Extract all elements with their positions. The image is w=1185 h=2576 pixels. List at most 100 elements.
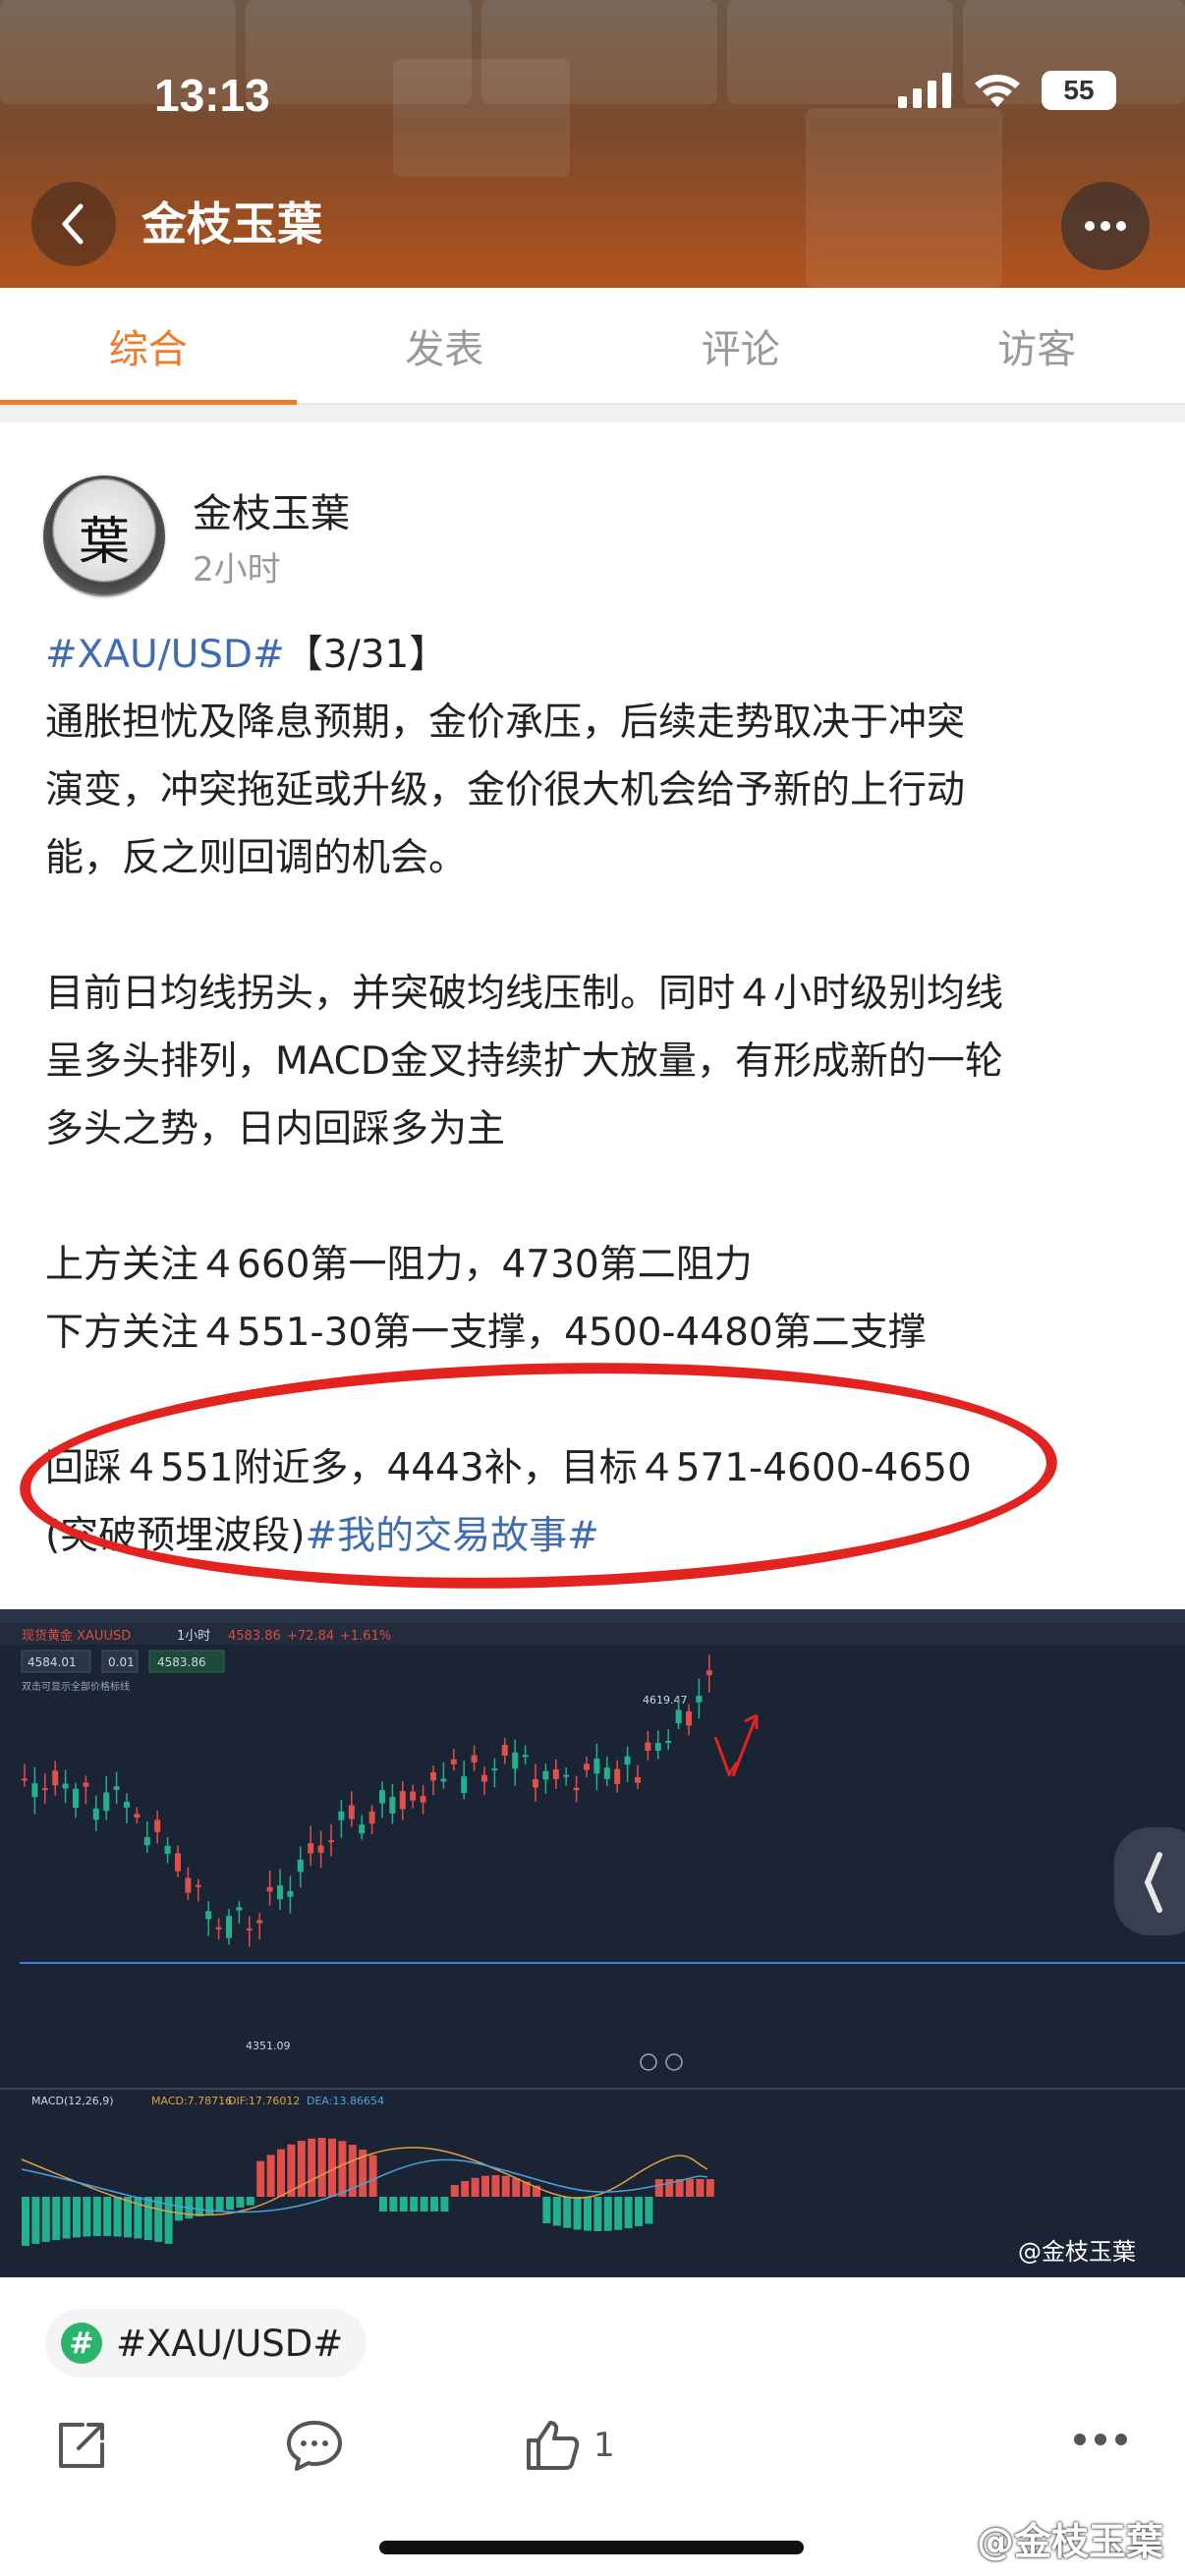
comment-button[interactable] xyxy=(285,2417,344,2474)
candle-body xyxy=(471,1755,478,1763)
macd-bar xyxy=(205,2197,214,2214)
dea-value: DEA:13.86654 xyxy=(307,2095,384,2107)
post-line: 多头之势，日内回踩多为主 xyxy=(45,1107,506,1151)
header-background-photo xyxy=(393,59,570,177)
chart-lot: 0.01 xyxy=(108,1655,135,1669)
wifi-icon xyxy=(975,75,1020,107)
thumbs-up-icon xyxy=(527,2421,580,2470)
author-name[interactable]: 金枝玉葉 xyxy=(193,481,350,538)
candle-body xyxy=(645,1742,651,1752)
avatar[interactable]: 葉 xyxy=(41,474,167,599)
macd-bar xyxy=(461,2181,470,2197)
more-button[interactable] xyxy=(1061,182,1150,270)
like-button[interactable]: 1 xyxy=(523,2417,615,2474)
candle-body xyxy=(226,1916,232,1938)
tab-posts[interactable]: 发表 xyxy=(297,288,593,403)
candle-body xyxy=(175,1853,181,1872)
macd-bar xyxy=(317,2138,326,2197)
macd-bar xyxy=(124,2197,132,2238)
macd-bar xyxy=(686,2179,694,2197)
tab-visitors[interactable]: 访客 xyxy=(889,288,1185,403)
candle-body xyxy=(164,1845,171,1854)
candle-body xyxy=(348,1805,355,1820)
candle-body xyxy=(246,1928,253,1931)
chart-change: +72.84 xyxy=(287,1629,334,1644)
chart-low-label: 4351.09 xyxy=(246,2040,291,2052)
macd-bar xyxy=(41,2197,50,2242)
candle-body xyxy=(440,1778,447,1782)
candle-body xyxy=(512,1752,519,1769)
candle-body xyxy=(593,1759,600,1774)
candle-body xyxy=(297,1859,304,1873)
macd-bar xyxy=(246,2197,254,2206)
candle-body xyxy=(92,1808,99,1820)
candle-body xyxy=(41,1788,48,1791)
candle-body xyxy=(686,1710,692,1726)
macd-bar xyxy=(297,2141,306,2197)
candlestick-chart: 现货黄金 XAUUSD 1小时 4583.86 +72.84 +1.61% 45… xyxy=(0,1609,1185,2277)
hashtag-link[interactable]: #XAU/USD# xyxy=(45,633,285,677)
candle-body xyxy=(584,1764,590,1770)
more-actions-button[interactable] xyxy=(1073,2433,1128,2446)
tab-comments[interactable]: 评论 xyxy=(592,288,889,403)
comment-icon xyxy=(287,2421,342,2471)
candle-body xyxy=(359,1824,366,1834)
candle-body xyxy=(287,1890,294,1897)
chart-bid: 4584.01 xyxy=(28,1655,77,1669)
candle-body xyxy=(368,1811,375,1824)
topic-chip[interactable]: # #XAU/USD# xyxy=(45,2309,367,2378)
macd-bar xyxy=(696,2179,705,2197)
macd-bar xyxy=(471,2177,480,2197)
candle-body xyxy=(603,1767,610,1779)
macd-value: MACD:7.78716 xyxy=(151,2095,232,2107)
profile-header: 13:13 55 金枝玉葉 xyxy=(0,0,1185,288)
bottom-watermark: @金枝玉葉 xyxy=(976,2520,1163,2563)
candle-body xyxy=(461,1776,468,1794)
chart-ask: 4583.86 xyxy=(157,1655,206,1669)
candle-body xyxy=(317,1845,324,1853)
chart-change-pct: +1.61% xyxy=(340,1629,391,1644)
candle-body xyxy=(83,1782,89,1787)
candle-body xyxy=(665,1741,672,1744)
header-background-photo xyxy=(806,108,1002,288)
candle-body xyxy=(52,1770,59,1786)
chart-period: 1小时 xyxy=(177,1629,210,1644)
candle-body xyxy=(696,1696,703,1703)
candle-body xyxy=(266,1886,273,1892)
macd-bar xyxy=(410,2197,419,2212)
post-line: 演变，冲突拖延或升级，金价很大机会给予新的上行动 xyxy=(45,768,966,812)
chart-hint: 双击可显示全部价格标线 xyxy=(22,1680,130,1693)
candle-body xyxy=(124,1801,130,1808)
macd-bar xyxy=(624,2197,633,2229)
candle-body xyxy=(143,1836,150,1846)
candle-body xyxy=(491,1768,498,1771)
macd-bar xyxy=(113,2197,122,2237)
macd-bar xyxy=(143,2197,152,2241)
dif-value: DIF:17.76012 xyxy=(228,2095,300,2107)
post-line: 呈多头排列，MACD金叉持续扩大放量，有形成新的一轮 xyxy=(45,1039,1003,1084)
candle-body xyxy=(22,1778,28,1781)
candle-body xyxy=(134,1814,141,1818)
candle-body xyxy=(624,1756,631,1765)
candle-body xyxy=(705,1670,712,1675)
battery-icon: 55 xyxy=(1042,71,1116,110)
macd-bar xyxy=(563,2197,572,2228)
candle-body xyxy=(675,1709,682,1724)
post-image-chart[interactable]: 现货黄金 XAUUSD 1小时 4583.86 +72.84 +1.61% 45… xyxy=(0,1609,1185,2277)
macd-bar xyxy=(175,2197,183,2221)
candle-body xyxy=(654,1743,661,1751)
macd-bar xyxy=(92,2197,101,2237)
candle-body xyxy=(185,1877,192,1893)
macd-bar xyxy=(73,2197,81,2238)
back-button[interactable] xyxy=(31,182,116,266)
post-line: 目前日均线拐头，并突破均线压制。同时４小时级别均线 xyxy=(45,972,1004,1016)
home-indicator[interactable] xyxy=(379,2541,804,2554)
candle-body xyxy=(328,1840,334,1843)
hashtag-icon: # xyxy=(61,2323,102,2364)
candle-body xyxy=(522,1755,529,1758)
tab-overview[interactable]: 综合 xyxy=(0,288,297,405)
post-time: 2小时 xyxy=(193,550,281,589)
share-button[interactable] xyxy=(53,2417,110,2474)
post-line: 下方关注４551-30第一支撑，4500-4480第二支撑 xyxy=(45,1311,927,1355)
candle-body xyxy=(542,1770,549,1780)
